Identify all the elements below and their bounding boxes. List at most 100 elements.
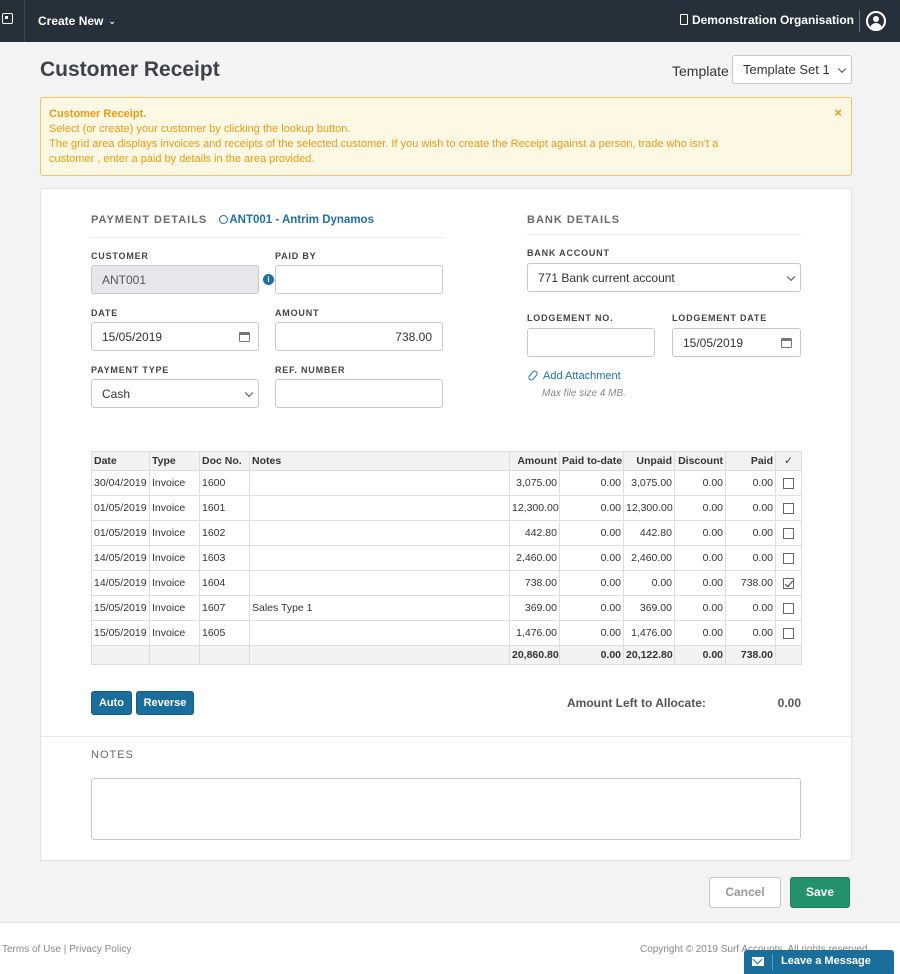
- cell-paid-to-date: 0.00: [559, 620, 624, 646]
- bank-account-value: 771 Bank current account: [538, 271, 675, 285]
- create-new-menu[interactable]: Create New ⌄: [38, 14, 116, 28]
- close-icon[interactable]: ×: [834, 105, 842, 120]
- date-input[interactable]: 15/05/2019: [91, 322, 259, 351]
- cell-unpaid: 0.00: [623, 570, 675, 596]
- chevron-down-icon: [786, 272, 796, 281]
- cell-notes: [249, 495, 510, 521]
- row-checkbox[interactable]: [783, 477, 794, 489]
- table-row[interactable]: 14/05/2019 Invoice 1604 738.00 0.00 0.00 0.00 7…: [91, 570, 802, 596]
- calendar-icon[interactable]: [239, 332, 250, 342]
- calendar-icon[interactable]: [781, 338, 792, 348]
- cell-unpaid: 12,300.00: [623, 495, 675, 521]
- auto-button[interactable]: Auto: [91, 691, 132, 715]
- header-date[interactable]: Date: [91, 451, 150, 471]
- cell-type: Invoice: [149, 545, 200, 571]
- cell-discount: 0.00: [674, 520, 726, 546]
- privacy-link[interactable]: Privacy Policy: [69, 944, 131, 955]
- header-type[interactable]: Type: [149, 451, 200, 471]
- grid-header-row: Date Type Doc No. Notes Amount Paid to-d…: [91, 451, 802, 471]
- table-row[interactable]: 14/05/2019 Invoice 1603 2,460.00 0.00 2,460.0…: [91, 545, 802, 571]
- header-paid[interactable]: Paid: [725, 451, 776, 471]
- alert-line-2: The grid area displays invoices and rece…: [49, 138, 719, 150]
- cell-doc-no: 1607: [199, 595, 250, 621]
- envelope-icon: [752, 957, 764, 966]
- row-checkbox[interactable]: [783, 627, 794, 639]
- paid-by-label: PAID BY: [275, 251, 317, 261]
- alert-title: Customer Receipt.: [49, 108, 147, 120]
- cell-select: [775, 620, 802, 646]
- payment-heading-divider: [91, 237, 444, 238]
- info-icon[interactable]: i: [263, 274, 274, 285]
- lodgement-no-input[interactable]: [527, 328, 655, 357]
- paperclip-icon: [527, 369, 539, 382]
- terms-link[interactable]: Terms of Use: [2, 944, 61, 955]
- cell-amount: 738.00: [509, 570, 560, 596]
- cancel-button[interactable]: Cancel: [709, 877, 781, 908]
- amount-left-value: 0.00: [777, 696, 801, 710]
- notes-label: NOTES: [91, 749, 134, 761]
- paid-by-input[interactable]: [275, 265, 443, 294]
- cell-unpaid: 3,075.00: [623, 470, 675, 496]
- organisation-selector[interactable]: Demonstration Organisation: [679, 13, 854, 27]
- header-paid-to-date[interactable]: Paid to-date: [559, 451, 624, 471]
- notes-textarea[interactable]: [91, 778, 801, 840]
- payment-details-title: PAYMENT DETAILS: [91, 214, 208, 226]
- lodgement-date-value: 15/05/2019: [683, 336, 744, 350]
- template-select-value: Template Set 1: [743, 62, 830, 77]
- cell-date: 15/05/2019: [91, 620, 150, 646]
- template-select[interactable]: Template Set 1: [732, 55, 852, 84]
- table-row[interactable]: 30/04/2019 Invoice 1600 3,075.00 0.00 3,075.0…: [91, 470, 802, 496]
- row-checkbox[interactable]: [783, 577, 794, 589]
- cell-unpaid: 442.80: [623, 520, 675, 546]
- cell-select: [775, 595, 802, 621]
- cell-paid: 0.00: [725, 495, 776, 521]
- sidebar-toggle-icon[interactable]: [2, 13, 13, 24]
- header-unpaid[interactable]: Unpaid: [623, 451, 675, 471]
- table-row[interactable]: 01/05/2019 Invoice 1602 442.80 0.00 442.80 0.0…: [91, 520, 802, 546]
- header-discount[interactable]: Discount: [674, 451, 726, 471]
- save-button[interactable]: Save: [790, 877, 850, 908]
- header-doc-no[interactable]: Doc No.: [199, 451, 250, 471]
- cell-select: [775, 520, 802, 546]
- bank-account-select[interactable]: 771 Bank current account: [527, 263, 801, 292]
- cell-paid-to-date: 0.00: [559, 495, 624, 521]
- cell-amount: 442.80: [509, 520, 560, 546]
- date-value: 15/05/2019: [102, 330, 163, 344]
- user-avatar-icon[interactable]: [866, 11, 886, 31]
- receipt-form-card: PAYMENT DETAILS ANT001 - Antrim Dynamos …: [40, 188, 852, 861]
- cell-type: Invoice: [149, 520, 200, 546]
- table-row[interactable]: 15/05/2019 Invoice 1605 1,476.00 0.00 1,476.0…: [91, 620, 802, 646]
- cell-discount: 0.00: [674, 470, 726, 496]
- row-checkbox[interactable]: [783, 602, 794, 614]
- info-alert: Customer Receipt. Select (or create) you…: [40, 97, 852, 176]
- leave-message-button[interactable]: Leave a Message: [744, 950, 894, 974]
- amount-input[interactable]: 738.00: [275, 322, 443, 351]
- add-attachment-link[interactable]: Add Attachment: [527, 369, 621, 382]
- payment-type-select[interactable]: Cash: [91, 379, 259, 408]
- totals-empty: [199, 645, 250, 665]
- cell-doc-no: 1604: [199, 570, 250, 596]
- header-amount[interactable]: Amount: [509, 451, 560, 471]
- cell-amount: 1,476.00: [509, 620, 560, 646]
- cell-doc-no: 1600: [199, 470, 250, 496]
- allocation-grid: Date Type Doc No. Notes Amount Paid to-d…: [91, 451, 802, 665]
- table-row[interactable]: 01/05/2019 Invoice 1601 12,300.00 0.00 12,300…: [91, 495, 802, 521]
- table-row[interactable]: 15/05/2019 Invoice 1607 Sales Type 1 369.00 0…: [91, 595, 802, 621]
- cell-date: 14/05/2019: [91, 545, 150, 571]
- reverse-button[interactable]: Reverse: [136, 691, 194, 715]
- alert-line-3: customer , enter a paid by details in th…: [49, 153, 315, 165]
- totals-empty: [91, 645, 150, 665]
- lodgement-date-input[interactable]: 15/05/2019: [672, 328, 801, 357]
- row-checkbox[interactable]: [783, 527, 794, 539]
- notes-divider: [41, 736, 851, 737]
- ref-number-input[interactable]: [275, 379, 443, 408]
- row-checkbox[interactable]: [783, 502, 794, 514]
- customer-link[interactable]: ANT001 - Antrim Dynamos: [219, 214, 374, 226]
- header-notes[interactable]: Notes: [249, 451, 510, 471]
- ref-number-label: REF. NUMBER: [275, 365, 346, 375]
- cell-type: Invoice: [149, 495, 200, 521]
- customer-field[interactable]: ANT001: [91, 265, 259, 294]
- row-checkbox[interactable]: [783, 552, 794, 564]
- header-select-all[interactable]: ✓: [775, 451, 802, 471]
- cell-type: Invoice: [149, 570, 200, 596]
